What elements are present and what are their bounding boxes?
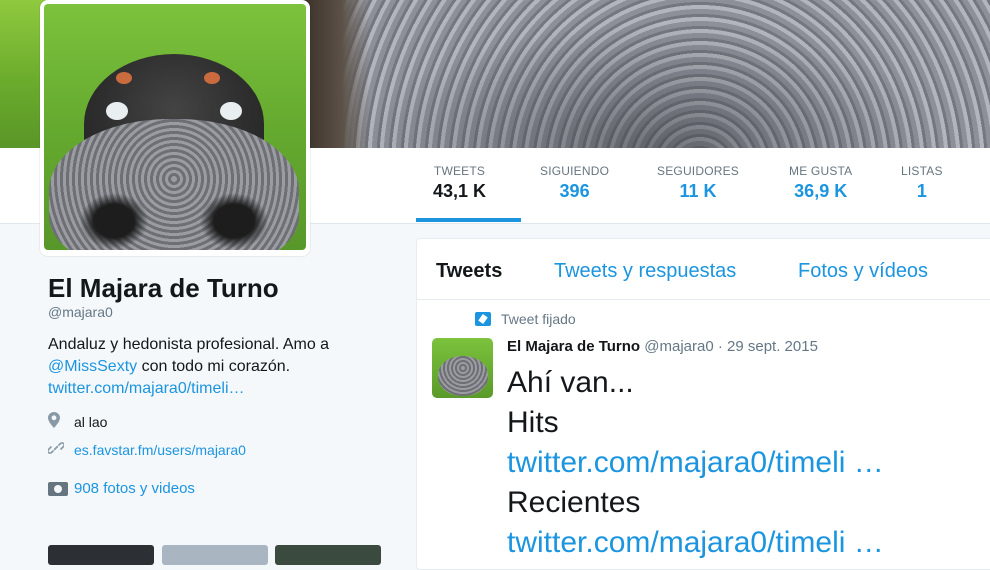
tweet-link[interactable]: twitter.com/majara0/timeli … bbox=[507, 443, 884, 483]
bio-mention-link[interactable]: @MissSexty bbox=[48, 358, 137, 375]
tab-photos-videos[interactable]: Fotos y vídeos bbox=[798, 260, 928, 283]
website-link[interactable]: es.favstar.fm/users/majara0 bbox=[74, 442, 246, 458]
bio-text: con todo mi corazón. bbox=[137, 358, 291, 375]
stat-value: 43,1 K bbox=[433, 181, 487, 201]
tab-tweets-replies[interactable]: Tweets y respuestas bbox=[554, 260, 736, 283]
stat-value: 36,9 K bbox=[794, 181, 848, 201]
stat-likes[interactable]: ME GUSTA 36,9 K bbox=[789, 164, 852, 202]
location-text: al lao bbox=[74, 414, 108, 430]
stat-tweets[interactable]: TWEETS 43,1 K bbox=[433, 164, 486, 202]
pinned-text: Tweet fijado bbox=[501, 311, 576, 327]
stat-lists[interactable]: LISTAS 1 bbox=[901, 164, 943, 202]
stat-label: TWEETS bbox=[433, 164, 486, 178]
profile-location: al lao bbox=[48, 412, 398, 432]
timeline: Tweets Tweets y respuestas Fotos y vídeo… bbox=[416, 238, 990, 570]
bio-text: Andaluz y hedonista profesional. Amo a bbox=[48, 336, 330, 353]
tab-tweets[interactable]: Tweets bbox=[436, 260, 502, 283]
active-tab-indicator bbox=[416, 218, 521, 222]
tweet-line: Recientes bbox=[507, 486, 641, 519]
profile-name[interactable]: El Majara de Turno bbox=[48, 272, 398, 304]
banner-fur bbox=[300, 0, 370, 148]
dog-ear bbox=[116, 72, 132, 84]
photo-thumbnails bbox=[48, 545, 383, 565]
tweet-link[interactable]: twitter.com/majara0/timeli … bbox=[507, 523, 884, 563]
tweet-avatar[interactable] bbox=[432, 338, 493, 398]
stat-value: 396 bbox=[559, 181, 590, 201]
tweet-line: Ahí van... bbox=[507, 366, 634, 399]
profile-card: El Majara de Turno @majara0 Andaluz y he… bbox=[47, 272, 398, 497]
stat-followers[interactable]: SEGUIDORES 11 K bbox=[657, 164, 739, 202]
profile-bio: Andaluz y hedonista profesional. Amo a @… bbox=[48, 334, 398, 400]
profile-avatar[interactable] bbox=[40, 0, 310, 256]
dog-ear bbox=[204, 72, 220, 84]
tweet-text: Ahí van... Hits twitter.com/majara0/time… bbox=[507, 363, 884, 563]
tweet-header: El Majara de Turno @majara0 · 29 sept. 2… bbox=[507, 338, 818, 355]
bio-link[interactable]: twitter.com/majara0/timeli… bbox=[48, 380, 245, 397]
photo-thumbnail[interactable] bbox=[162, 545, 268, 565]
tweet-author[interactable]: El Majara de Turno bbox=[507, 338, 640, 355]
tweet-line: Hits bbox=[507, 406, 559, 439]
stat-label: SIGUIENDO bbox=[540, 164, 610, 178]
photos-label: 908 fotos y videos bbox=[74, 480, 195, 497]
dog-eye bbox=[220, 102, 242, 120]
profile-website: es.favstar.fm/users/majara0 bbox=[47, 440, 398, 460]
dog-nose bbox=[49, 119, 299, 250]
map-pin-icon bbox=[48, 412, 66, 432]
stat-label: LISTAS bbox=[901, 164, 943, 178]
stat-label: ME GUSTA bbox=[789, 164, 853, 178]
profile-handle[interactable]: @majara0 bbox=[48, 304, 398, 320]
dog-eye bbox=[106, 102, 128, 120]
timeline-tabs: Tweets Tweets y respuestas Fotos y vídeo… bbox=[417, 239, 990, 300]
photos-videos-link[interactable]: 908 fotos y videos bbox=[48, 480, 398, 497]
stat-value: 1 bbox=[916, 181, 927, 201]
link-icon bbox=[47, 440, 66, 460]
photo-thumbnail[interactable] bbox=[48, 545, 154, 565]
camera-icon bbox=[48, 481, 68, 496]
avatar-image bbox=[44, 4, 306, 250]
stat-label: SEGUIDORES bbox=[657, 164, 740, 178]
pin-icon bbox=[475, 312, 491, 326]
stat-value: 11 K bbox=[679, 181, 717, 201]
pinned-tweet-label: Tweet fijado bbox=[475, 311, 576, 327]
photo-thumbnail[interactable] bbox=[275, 545, 381, 565]
stat-following[interactable]: SIGUIENDO 396 bbox=[540, 164, 609, 202]
avatar-image bbox=[438, 356, 488, 396]
tweet-meta[interactable]: @majara0 · 29 sept. 2015 bbox=[644, 338, 818, 355]
